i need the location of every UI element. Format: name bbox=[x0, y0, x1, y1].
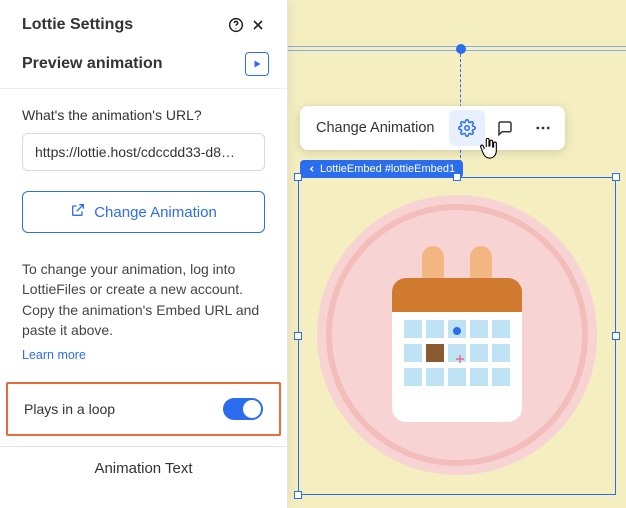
editor-canvas[interactable]: Change Animation LottieEmbed #lottieEmbe… bbox=[288, 0, 626, 508]
learn-more-link[interactable]: Learn more bbox=[22, 346, 86, 364]
resize-handle[interactable] bbox=[612, 173, 620, 181]
center-pin-icon bbox=[456, 44, 466, 54]
animation-url-input[interactable]: https://lottie.host/cdccdd33-d8… bbox=[22, 133, 265, 171]
lottie-settings-panel: Lottie Settings Preview animation What's… bbox=[0, 0, 288, 508]
resize-handle[interactable] bbox=[453, 173, 461, 181]
preview-animation-label: Preview animation bbox=[22, 55, 245, 73]
loop-toggle[interactable] bbox=[223, 398, 263, 420]
lottie-preview bbox=[306, 184, 608, 486]
help-icon[interactable] bbox=[225, 14, 247, 36]
change-animation-toolbar-button[interactable]: Change Animation bbox=[304, 110, 447, 146]
help-text: To change your animation, log into Lotti… bbox=[22, 261, 259, 338]
panel-title: Lottie Settings bbox=[22, 16, 225, 34]
resize-handle[interactable] bbox=[612, 332, 620, 340]
element-toolbar: Change Animation bbox=[300, 106, 565, 150]
settings-icon[interactable] bbox=[449, 110, 485, 146]
plays-in-a-loop-row: Plays in a loop bbox=[6, 382, 281, 436]
play-button[interactable] bbox=[245, 52, 269, 76]
url-field-label: What's the animation's URL? bbox=[22, 107, 265, 123]
resize-handle[interactable] bbox=[294, 491, 302, 499]
element-badge[interactable]: LottieEmbed #lottieEmbed1 bbox=[300, 160, 463, 178]
external-link-icon bbox=[70, 202, 86, 222]
change-animation-button[interactable]: Change Animation bbox=[22, 191, 265, 233]
close-icon[interactable] bbox=[247, 14, 269, 36]
more-icon[interactable] bbox=[525, 110, 561, 146]
resize-handle[interactable] bbox=[294, 332, 302, 340]
animation-text-section[interactable]: Animation Text bbox=[0, 446, 287, 490]
resize-handle[interactable] bbox=[294, 173, 302, 181]
comment-icon[interactable] bbox=[487, 110, 523, 146]
loop-label: Plays in a loop bbox=[24, 401, 223, 417]
